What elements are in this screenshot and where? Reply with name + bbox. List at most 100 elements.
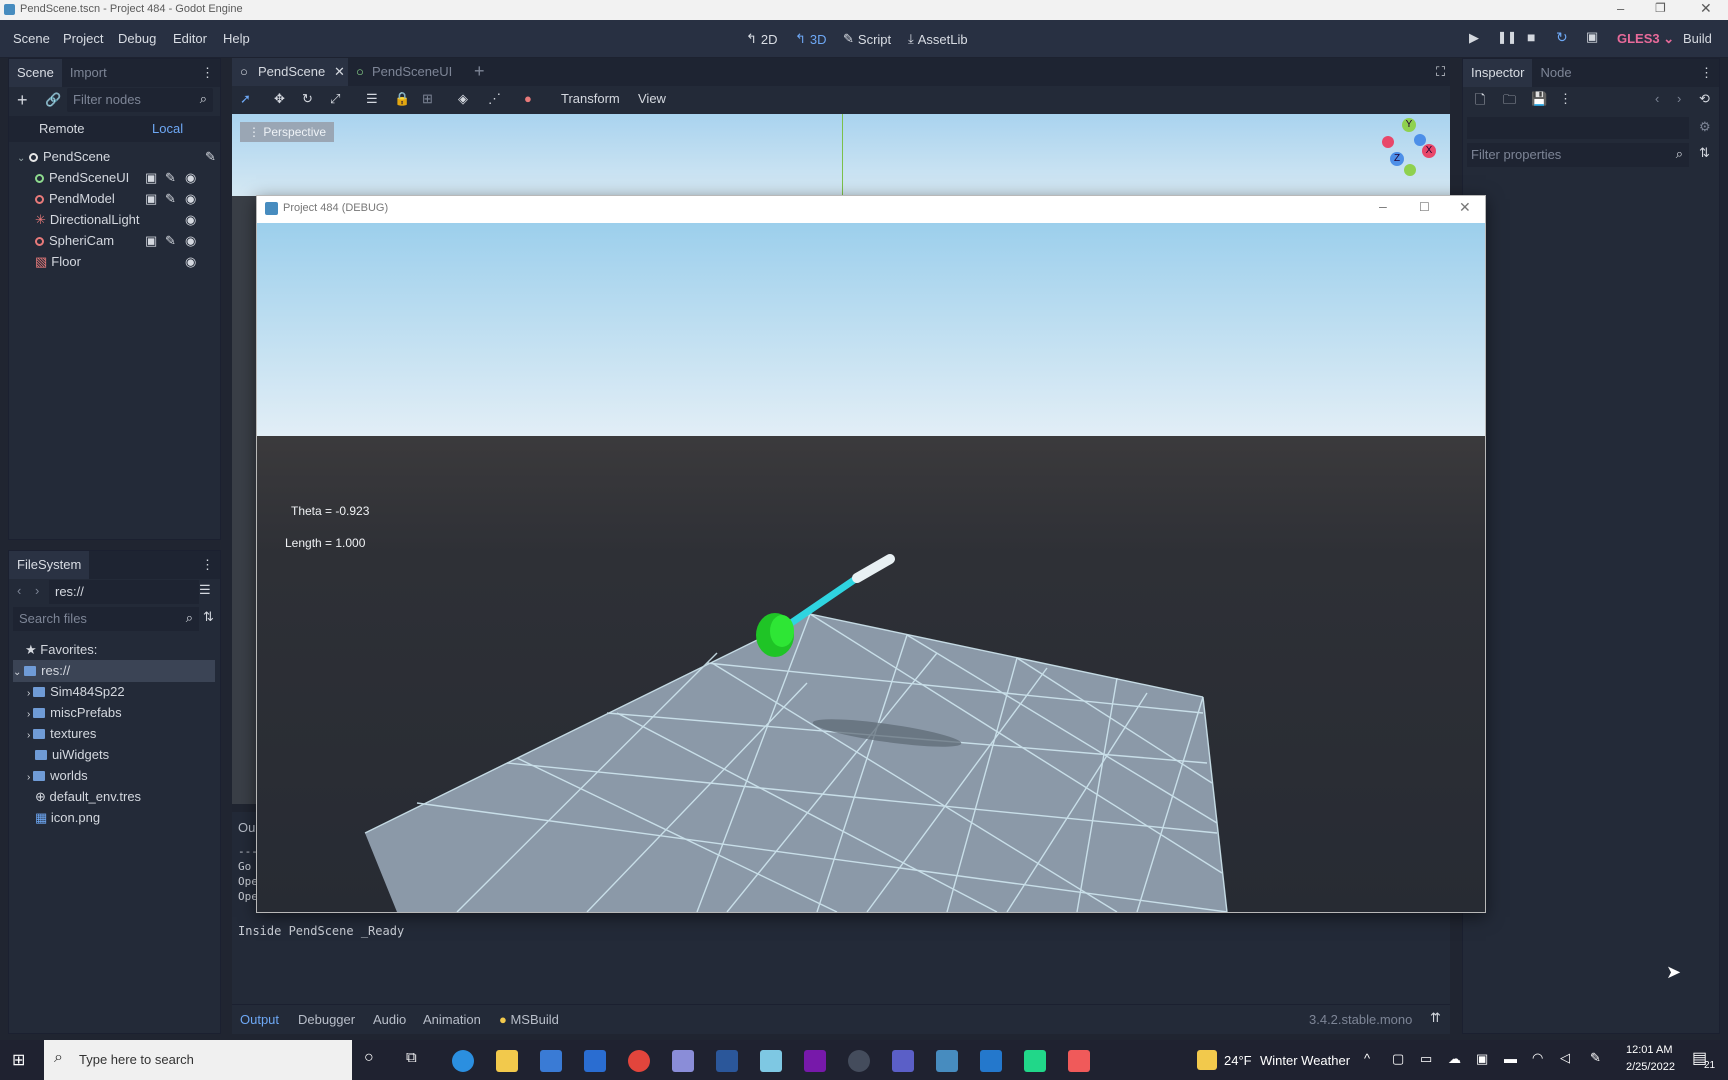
split-view-icon[interactable]: ☰ (199, 582, 211, 598)
tree-node-pendsceneui[interactable]: PendSceneUI ▣ ✎ ◉ (35, 167, 245, 189)
instance-icon[interactable]: ▣ (145, 188, 157, 210)
dock-menu-icon[interactable]: ⋮ (201, 65, 214, 81)
minimize-icon[interactable]: – (1379, 198, 1387, 214)
taskbar-search[interactable]: ⌕ Type here to search (44, 1040, 352, 1080)
link-icon[interactable]: 🔗 (45, 92, 61, 108)
workspace-2d[interactable]: ↰ 2D (746, 31, 778, 47)
volume-icon[interactable]: ◁ (1560, 1050, 1570, 1066)
view-menu[interactable]: View (638, 91, 666, 106)
tab-import[interactable]: Import (62, 59, 115, 87)
camera-icon[interactable]: ● (524, 91, 532, 106)
group-icon[interactable]: ⊞ (422, 91, 433, 107)
onenote-icon[interactable] (804, 1050, 826, 1072)
fs-folder-textures[interactable]: › textures (27, 723, 96, 745)
clock-time[interactable]: 12:01 AM (1626, 1044, 1672, 1056)
tab-scene[interactable]: Scene (9, 59, 62, 87)
vpn-icon[interactable] (848, 1050, 870, 1072)
weather-icon[interactable] (1197, 1050, 1217, 1070)
close-tab-icon[interactable]: ✕ (334, 64, 345, 80)
tree-node-pendscene[interactable]: ⌄ PendScene ✎ (17, 146, 227, 168)
new-resource-icon[interactable]: 🗋 (1475, 91, 1485, 113)
filter-nodes-input[interactable]: Filter nodes ⌕ (67, 88, 213, 112)
script-icon[interactable]: ✎ (165, 188, 176, 210)
perspective-menu[interactable]: ⋮ Perspective (240, 122, 335, 142)
tab-node[interactable]: Node (1532, 59, 1579, 87)
menu-help[interactable]: Help (223, 31, 250, 46)
filter-properties-input[interactable]: Filter properties ⌕ (1467, 143, 1689, 167)
neg-y-handle[interactable] (1404, 164, 1416, 176)
pause-icon[interactable]: ❚❚ (1497, 30, 1517, 44)
edge-icon[interactable] (452, 1050, 474, 1072)
godot-taskbar-icon[interactable] (936, 1050, 958, 1072)
fs-folder-worlds[interactable]: › worlds (27, 765, 88, 787)
open-resource-icon[interactable]: 🗀 (1503, 91, 1516, 113)
menu-project[interactable]: Project (63, 31, 103, 46)
notes-icon[interactable] (760, 1050, 782, 1072)
clion-green-icon[interactable] (1024, 1050, 1046, 1072)
remote-tab[interactable]: Remote (39, 121, 85, 136)
neg-z-handle[interactable] (1414, 134, 1426, 146)
sort-icon[interactable]: ⇅ (1699, 145, 1710, 161)
fs-folder-sim484sp22[interactable]: › Sim484Sp22 (27, 681, 125, 703)
onedrive-icon[interactable]: ☁ (1448, 1051, 1461, 1067)
vscode-icon[interactable] (980, 1050, 1002, 1072)
tray-display-icon[interactable]: ▭ (1420, 1051, 1432, 1067)
tab-msbuild[interactable]: ● MSBuild (499, 1012, 559, 1027)
instance-icon[interactable]: ▣ (145, 230, 157, 252)
lock-icon[interactable]: 🔒 (394, 91, 410, 107)
tab-inspector[interactable]: Inspector (1463, 59, 1533, 87)
play-custom-icon[interactable]: ▣ (1586, 29, 1598, 45)
object-properties-icon[interactable]: ⚙ (1699, 119, 1711, 135)
dock-menu-icon[interactable]: ⋮ (201, 557, 214, 573)
visibility-eye-icon[interactable]: ◉ (185, 230, 196, 252)
maximize-icon[interactable]: ☐ (1419, 200, 1430, 214)
collapse-icon[interactable]: ⌄ (17, 153, 25, 164)
tree-node-sphericam[interactable]: SpheriCam ▣ ✎ ◉ (35, 230, 245, 252)
add-tab-icon[interactable]: + (474, 61, 485, 82)
visibility-eye-icon[interactable]: ◉ (185, 251, 196, 273)
weather-text[interactable]: Winter Weather (1260, 1053, 1350, 1068)
scale-tool-icon[interactable]: ⤢ (330, 91, 340, 107)
renderer-select[interactable]: GLES3 ⌄ (1617, 31, 1674, 47)
sort-icon[interactable]: ⇅ (203, 609, 214, 625)
mail-icon[interactable] (584, 1050, 606, 1072)
task-view-icon[interactable]: ⧉ (406, 1049, 417, 1066)
menu-editor[interactable]: Editor (173, 31, 207, 46)
chrome-icon[interactable] (628, 1050, 650, 1072)
pen-icon[interactable]: ✎ (1590, 1050, 1601, 1066)
list-select-icon[interactable]: ☰ (366, 91, 378, 107)
tray-device-icon[interactable]: ▣ (1476, 1051, 1488, 1067)
tab-output[interactable]: Output (240, 1012, 279, 1027)
dock-menu-icon[interactable]: ⋮ (1700, 65, 1713, 81)
root-row[interactable]: ⌄ res:// (13, 660, 215, 682)
restore-icon[interactable]: ❐ (1655, 1, 1666, 15)
more-options-icon[interactable]: ⋮ (1559, 91, 1572, 107)
file-explorer-icon[interactable] (496, 1050, 518, 1072)
script-icon[interactable]: ✎ (165, 167, 176, 189)
workspace-assetlib[interactable]: ⤓ AssetLib (908, 31, 968, 47)
fs-file-default-env[interactable]: ⊕ default_env.tres (35, 786, 141, 808)
tab-filesystem[interactable]: FileSystem (9, 551, 90, 579)
tree-node-pendmodel[interactable]: PendModel ▣ ✎ ◉ (35, 188, 245, 210)
tab-debugger[interactable]: Debugger (298, 1012, 355, 1027)
rotate-tool-icon[interactable]: ↻ (302, 91, 313, 107)
game-viewport[interactable]: Theta = -0.923 Length = 1.000 (257, 223, 1485, 912)
windows-start-icon[interactable]: ⊞ (12, 1050, 25, 1070)
workspace-3d[interactable]: ↰ 3D (795, 31, 827, 47)
object-selector[interactable] (1467, 117, 1689, 139)
search-files-input[interactable]: Search files ⌕ (13, 607, 199, 631)
play-icon[interactable]: ▶ (1469, 30, 1479, 46)
visibility-eye-icon[interactable]: ◉ (185, 167, 196, 189)
word-icon[interactable] (716, 1050, 738, 1072)
path-field[interactable]: res:// (49, 580, 199, 604)
select-tool-icon[interactable]: ➚ (240, 91, 251, 107)
clion-red-icon[interactable] (1068, 1050, 1090, 1072)
local-tab[interactable]: Local (152, 121, 183, 136)
git-icon[interactable] (672, 1050, 694, 1072)
distraction-free-icon[interactable]: ⛶ (1436, 64, 1445, 80)
weather-temp[interactable]: 24°F (1224, 1053, 1252, 1068)
close-window-icon[interactable]: ✕ (1459, 199, 1471, 216)
history-icon[interactable]: ⟲ (1699, 91, 1710, 107)
battery-icon[interactable]: ▬ (1504, 1051, 1517, 1066)
tree-node-floor[interactable]: ▧ Floor ◉ (35, 251, 245, 273)
